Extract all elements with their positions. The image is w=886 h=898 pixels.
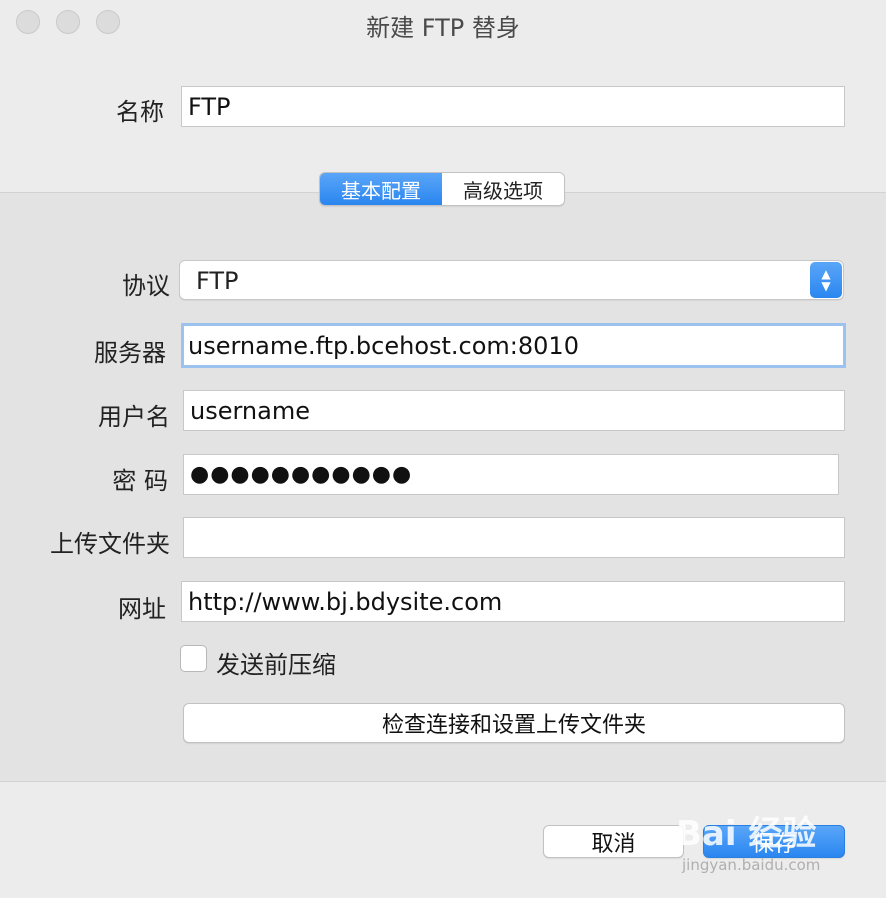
url-label: 网址 xyxy=(118,595,166,623)
save-button[interactable]: 保存 xyxy=(703,825,845,858)
password-label: 密 码 xyxy=(112,467,168,495)
server-field[interactable] xyxy=(181,323,846,368)
tab-basic-config[interactable]: 基本配置 xyxy=(320,173,442,205)
tab-control: 基本配置 高级选项 xyxy=(319,172,565,206)
protocol-select[interactable]: FTP ▲ ▼ xyxy=(179,260,844,300)
username-label: 用户名 xyxy=(98,403,170,431)
url-field[interactable] xyxy=(181,581,845,622)
username-field[interactable] xyxy=(183,390,845,431)
title-bar: 新建 FTP 替身 xyxy=(0,0,886,44)
protocol-label: 协议 xyxy=(122,272,170,300)
ftp-alias-dialog: 新建 FTP 替身 名称 基本配置 高级选项 协议 FTP ▲▼ 服务器 用户名… xyxy=(0,0,886,898)
compress-checkbox[interactable] xyxy=(180,645,207,672)
upload-folder-label: 上传文件夹 xyxy=(50,530,170,558)
server-label: 服务器 xyxy=(94,339,166,367)
password-field[interactable]: ●●●●●●●●●●● xyxy=(183,454,839,495)
chevron-up-down-icon: ▲ ▼ xyxy=(810,262,842,298)
check-connection-button[interactable]: 检查连接和设置上传文件夹 xyxy=(183,703,845,743)
name-label: 名称 xyxy=(116,98,164,126)
window-title: 新建 FTP 替身 xyxy=(366,14,520,42)
tab-advanced-options[interactable]: 高级选项 xyxy=(442,173,564,205)
protocol-value: FTP xyxy=(196,267,239,295)
upload-folder-field[interactable] xyxy=(183,517,845,558)
compress-label: 发送前压缩 xyxy=(216,651,336,679)
cancel-button[interactable]: 取消 xyxy=(543,825,684,858)
name-field[interactable] xyxy=(181,86,845,127)
watermark-site: jingyan.baidu.com xyxy=(682,856,821,874)
